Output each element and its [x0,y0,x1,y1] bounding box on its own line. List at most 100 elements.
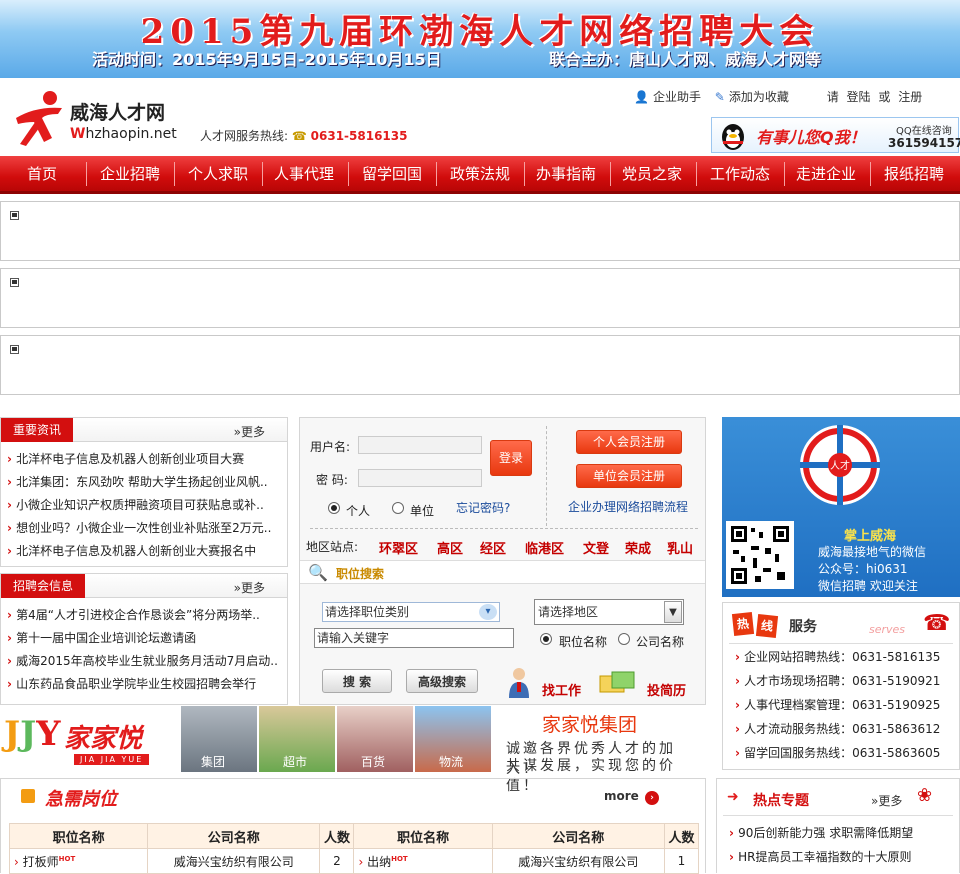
services-title: 服务 [789,619,817,635]
list-item[interactable]: 第4届“人才引进校企合作恳谈会”将分两场举.. [7,604,287,627]
keyword-placeholder: 请输入关键字 [317,631,390,645]
nav-item-party[interactable]: 党员之家 [612,156,692,192]
news-more-link[interactable]: »更多 [234,423,265,440]
post-resume-link[interactable]: 投简历 [647,680,686,699]
password-field[interactable] [358,469,482,487]
list-item[interactable]: 北洋杯电子信息及机器人创新创业项目大赛 [7,448,287,471]
nav-item-guide[interactable]: 办事指南 [526,156,606,192]
nav-item-company-recruit[interactable]: 企业招聘 [88,156,172,192]
service-hotline-item: 企业网站招聘热线：0631-5816135 [735,648,940,665]
hot-topics-title: 热点专题 [753,793,809,809]
logo-domain-initial: W [70,126,86,142]
advanced-search-button[interactable]: 高级搜索 [406,669,478,693]
company-cell[interactable]: 威海兴宝纺织有限公司 [491,848,665,874]
list-item[interactable]: HR提高员工幸福指数的十大原则 [729,848,911,865]
runner-logo-icon[interactable] [12,88,66,146]
district-rongcheng[interactable]: 荣成 [625,538,651,557]
district-rushan[interactable]: 乳山 [667,538,693,557]
search-button[interactable]: 搜 索 [322,669,392,693]
jobs-more-link[interactable]: more › [604,789,659,805]
recruit-process-link[interactable]: 企业办理网络招聘流程 [568,498,688,515]
rss-icon [21,789,35,803]
radio-company-name[interactable] [618,633,630,645]
service-hotline: 人才网服务热线: ☎ 0631-5816135 [200,127,407,144]
company-register-button[interactable]: 单位会员注册 [576,464,682,488]
list-item[interactable]: 90后创新能力强 求职需降低期望 [729,824,913,841]
list-item[interactable]: 山东药品食品职业学院毕业生校园招聘会举行 [7,673,287,696]
nav-divider [784,162,785,186]
radio-position-name[interactable] [540,633,552,645]
find-job-link[interactable]: 找工作 [542,680,581,699]
radio-company[interactable] [392,502,404,514]
search-title: 职位搜索 [336,567,385,581]
ad-slot[interactable] [0,201,960,261]
divider [546,426,547,526]
hot-badge-2: 线 [755,614,779,638]
nav-item-policy[interactable]: 政策法规 [438,156,522,192]
favorite-link[interactable]: 添加为收藏 [729,90,789,104]
qq-consult-button[interactable]: 有事儿您Q我！ QQ在线咨询 361594157 [711,117,960,153]
keyword-input[interactable]: 请输入关键字 [314,628,514,648]
nav-item-overseas-return[interactable]: 留学回国 [350,156,434,192]
personal-register-button[interactable]: 个人会员注册 [576,430,682,454]
jjy-pinyin: JIA JIA YUE [74,754,150,765]
nav-item-newspaper[interactable]: 报纸招聘 [872,156,956,192]
district-jingqu[interactable]: 经区 [480,538,506,557]
login-button[interactable]: 登录 [490,440,532,476]
category-placeholder: 请选择职位类别 [325,605,410,619]
event-banner[interactable]: 2015第九届环渤海人才网络招聘大会 活动时间：2015年9月15日-2015年… [0,0,960,78]
list-item[interactable]: 北洋杯电子信息及机器人创新创业大赛报名中 [7,540,287,563]
jjy-group-name: 家家悦集团 [542,714,638,736]
job-cell[interactable]: › 出纳HOT [353,848,493,874]
fair-tab-header: 招聘会信息 »更多 [1,574,287,598]
col-header: 职位名称 [353,823,493,849]
site-header: 威海人才网 Whzhaopin.net 人才网服务热线: ☎ 0631-5816… [0,78,960,156]
topics-more-link[interactable]: »更多 [871,792,902,809]
district-huancui[interactable]: 环翠区 [379,538,418,557]
nav-item-news[interactable]: 工作动态 [698,156,782,192]
urgent-jobs-panel: 急需岗位 more › 职位名称 公司名称 人数 职位名称 公司名称 人数 › … [0,778,706,874]
ad-slot[interactable] [0,335,960,395]
qq-slogan: 有事儿您Q我！ [756,128,866,147]
logo-title[interactable]: 威海人才网 [70,98,165,125]
list-item[interactable]: 北洋集团：东风劲吹 帮助大学生扬起创业风帆.. [7,471,287,494]
helper-link[interactable]: 企业助手 [653,90,701,104]
nav-item-home[interactable]: 首页 [0,156,84,192]
company-cell[interactable]: 威海兴宝纺织有限公司 [147,848,321,874]
nav-item-hr-agency[interactable]: 人事代理 [264,156,344,192]
jjy-brand: 家家悦 [64,724,143,754]
login-link[interactable]: 登陆 [847,90,871,104]
list-item[interactable]: 想创业吗？小微企业一次性创业补贴涨至2万元.. [7,517,287,540]
main-nav: 首页 企业招聘 个人求职 人事代理 留学回国 政策法规 办事指南 党员之家 工作… [0,156,960,194]
weixin-promo[interactable]: 人才 掌上威海 威海最接地气的微信 公众号：hi0631 微信招聘 欢迎关注 [722,417,960,597]
job-cell[interactable]: › 打板师HOT [8,848,149,874]
register-link[interactable]: 注册 [898,90,922,104]
weixin-line-1: 威海最接地气的微信 [818,545,927,559]
photo-group: 集团 [181,706,257,772]
nav-item-enterprise[interactable]: 走进企业 [786,156,866,192]
tab-job-fairs[interactable]: 招聘会信息 [1,574,86,598]
ad-slot[interactable] [0,268,960,328]
district-wendeng[interactable]: 文登 [583,538,609,557]
nav-item-job-seek[interactable]: 个人求职 [176,156,260,192]
forgot-password-link[interactable]: 忘记密码? [456,499,510,516]
list-item[interactable]: 威海2015年高校毕业生就业服务月活动7月启动.. [7,650,287,673]
nav-divider [870,162,871,186]
area-select[interactable]: 请选择地区 ▼ [534,599,684,625]
hot-badge: HOT [391,854,408,863]
list-item[interactable]: 小微企业知识产权质押融资项目可获贴息或补.. [7,494,287,517]
list-item[interactable]: 第十一届中国企业培训论坛邀请函 [7,627,287,650]
district-lingang[interactable]: 临港区 [525,538,564,557]
jiajiayue-ad[interactable]: JJY 家家悦 JIA JIA YUE 集团 超市 百货 物流 家家悦集团 诚邀… [0,706,706,794]
job-seeker-icon [509,668,529,698]
broken-image-icon [10,278,19,287]
nav-divider [262,162,263,186]
username-field[interactable] [358,436,482,454]
job-category-select[interactable]: 请选择职位类别 ▾ [322,602,500,622]
fairs-more-link[interactable]: »更多 [234,579,265,596]
district-gaoqu[interactable]: 高区 [437,538,463,557]
photo-caption: 超市 [283,755,308,769]
nav-divider [610,162,611,186]
tab-important-news[interactable]: 重要资讯 [1,418,74,442]
radio-personal[interactable] [328,502,340,514]
